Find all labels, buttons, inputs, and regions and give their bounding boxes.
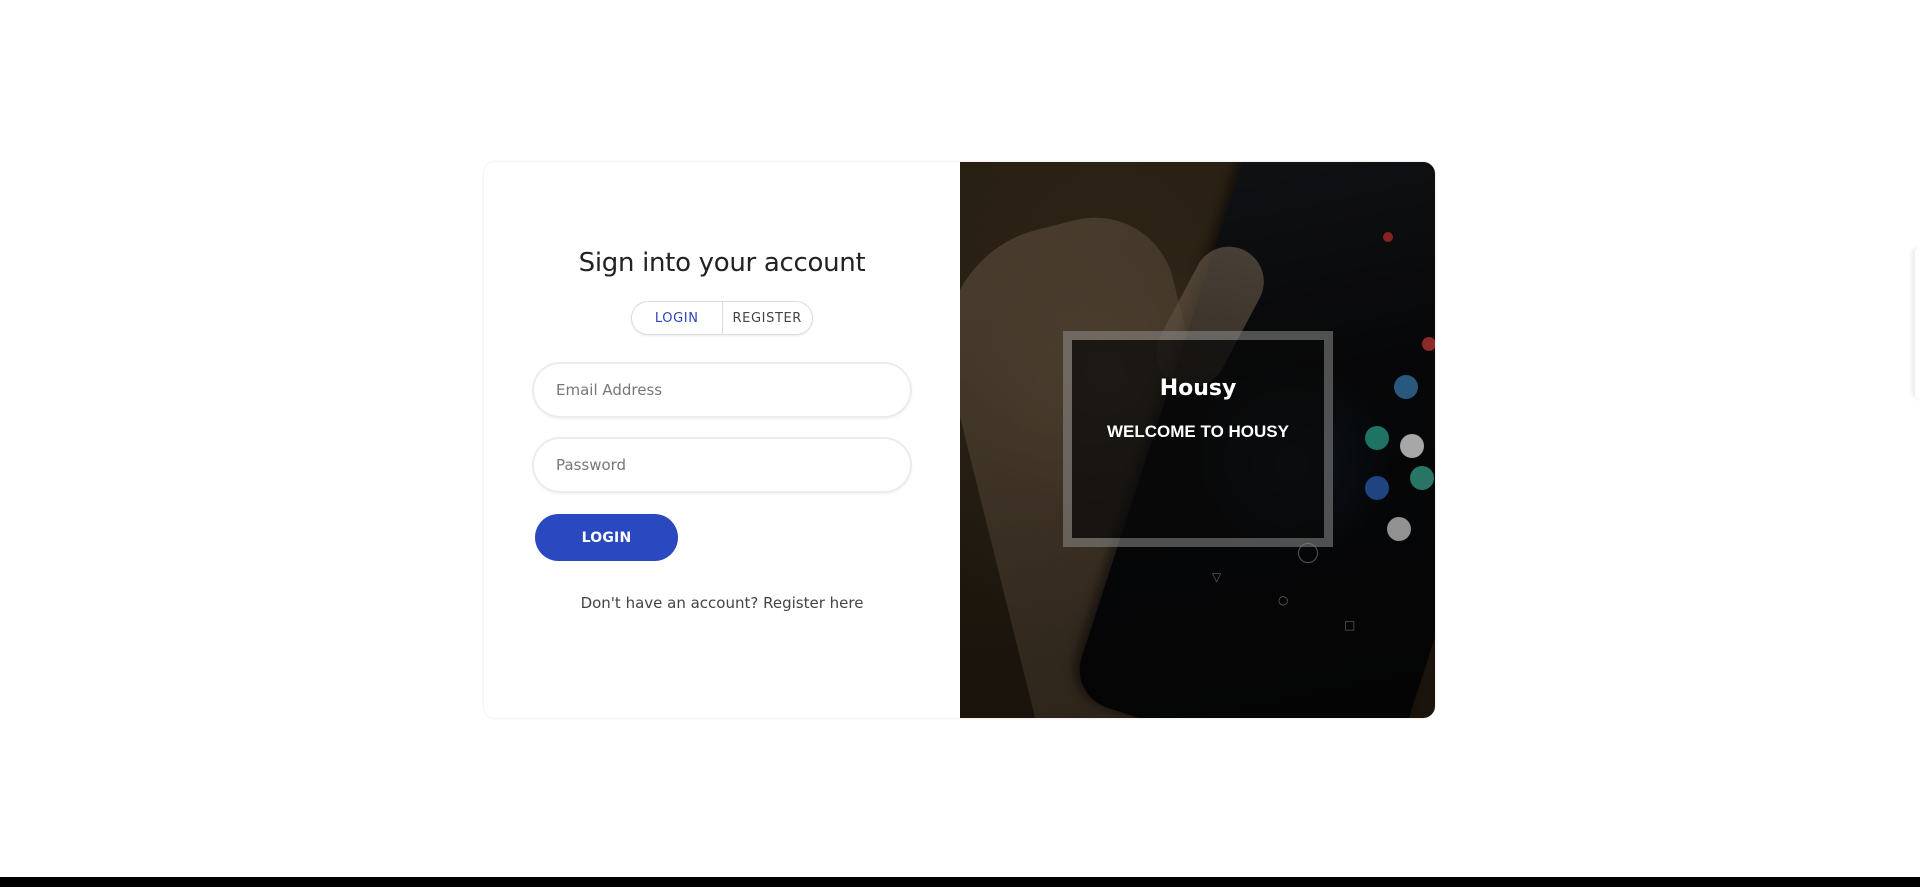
page-title: Sign into your account (578, 248, 866, 278)
tab-login[interactable]: LOGIN (632, 302, 722, 334)
welcome-box: Housy WELCOME TO HOUSY (1072, 340, 1324, 538)
brand-name: Housy (1159, 376, 1237, 401)
auth-card: Sign into your account LOGIN REGISTER LO… (484, 162, 1435, 718)
promo-panel: ▽ ○ □ Housy WELCOME TO HOUSY (960, 162, 1435, 718)
login-panel: Sign into your account LOGIN REGISTER LO… (484, 162, 960, 718)
welcome-heading: WELCOME TO HOUSY (1107, 422, 1289, 441)
auth-tabs: LOGIN REGISTER (632, 302, 812, 334)
side-panel-edge (1915, 248, 1920, 398)
tab-register[interactable]: REGISTER (721, 302, 813, 334)
password-field[interactable] (534, 439, 910, 491)
login-button[interactable]: LOGIN (535, 514, 678, 561)
email-field[interactable] (534, 364, 910, 416)
password-field-wrapper (534, 439, 910, 491)
email-field-wrapper (534, 364, 910, 416)
bottom-bar (0, 877, 1920, 887)
welcome-frame: Housy WELCOME TO HOUSY (1063, 331, 1333, 547)
register-link[interactable]: Don't have an account? Register here (484, 594, 960, 612)
